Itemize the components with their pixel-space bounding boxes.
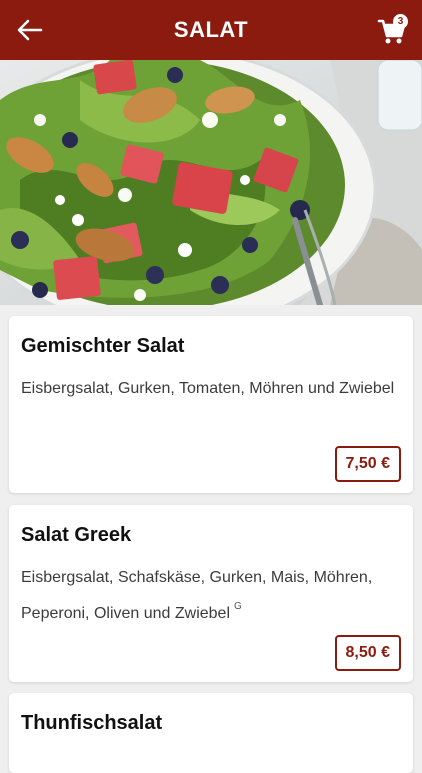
product-card[interactable]: Thunfischsalat (9, 693, 413, 773)
page-title: SALAT (173, 17, 249, 42)
product-card[interactable]: Gemischter Salat Eisbergsalat, Gurken, T… (9, 316, 413, 493)
product-description: Eisbergsalat, Schafskäse, Gurken, Mais, … (21, 569, 373, 622)
product-card[interactable]: Salat Greek Eisbergsalat, Schafskäse, Gu… (9, 505, 413, 682)
back-button[interactable] (12, 12, 48, 48)
product-name: Salat Greek (21, 524, 132, 546)
arrow-left-icon (17, 19, 43, 41)
cart-button[interactable]: 3 (374, 12, 410, 48)
cart-count-badge: 3 (393, 14, 408, 29)
product-name: Thunfischsalat (21, 712, 163, 734)
hero-image (0, 60, 422, 305)
product-description: Eisbergsalat, Gurken, Tomaten, Möhren un… (21, 380, 395, 397)
product-name: Gemischter Salat (21, 335, 185, 357)
app-bar: SALAT 3 (0, 0, 422, 60)
salad-photo (0, 60, 422, 305)
allergen-note: G (234, 601, 242, 612)
price-button[interactable]: 8,50 € (334, 635, 401, 671)
price-button[interactable]: 7,50 € (334, 446, 401, 482)
